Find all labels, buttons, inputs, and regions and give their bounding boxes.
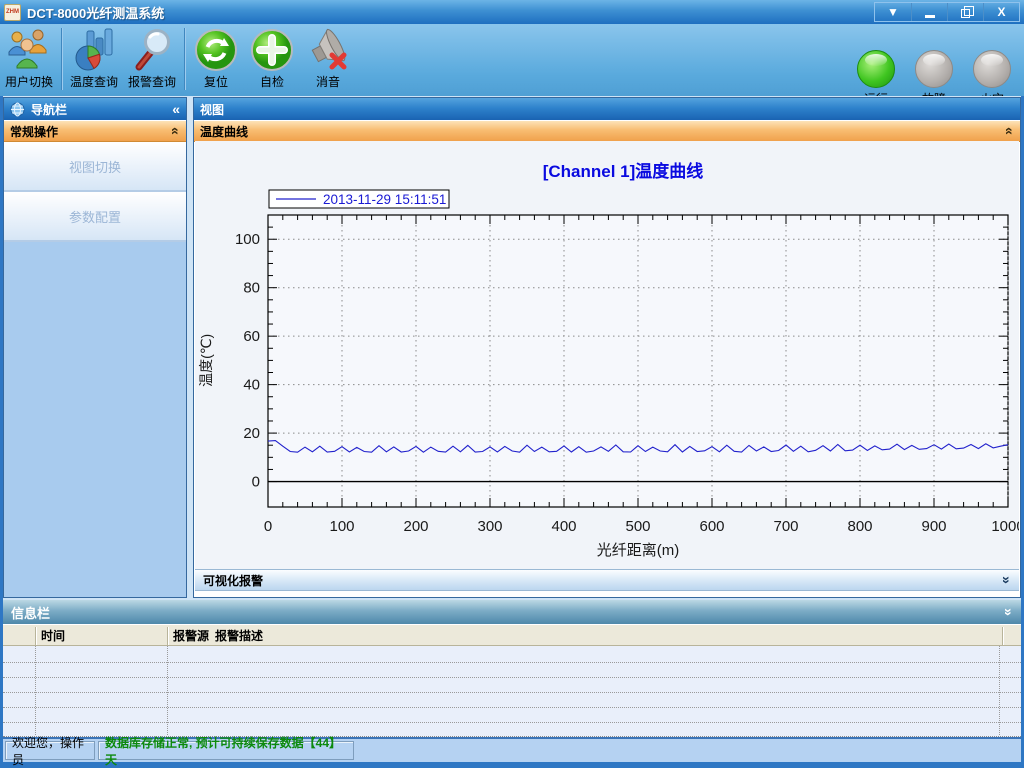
fault-lamp-icon	[915, 50, 953, 88]
column-header-time[interactable]: 时间	[41, 625, 65, 645]
user-switch-button[interactable]: 用户切换	[1, 26, 57, 92]
column-divider	[167, 627, 168, 645]
alarm-table-body	[3, 646, 1021, 737]
window-controls: ▼ X	[874, 2, 1020, 22]
menu-dropdown-button[interactable]: ▼	[875, 3, 911, 21]
info-bar-header: 信息栏 »	[3, 600, 1021, 624]
chart-region: 0 100 200 300 400 500 600 700 800 900 1000 0 20 40 60 8…	[195, 141, 1019, 569]
svg-text:20: 20	[243, 425, 260, 442]
svg-text:200: 200	[403, 518, 428, 535]
view-panel-title: 视图	[200, 101, 224, 118]
running-lamp-icon	[857, 50, 895, 88]
reset-button[interactable]: 复位	[189, 26, 243, 92]
svg-text:100: 100	[235, 231, 260, 248]
restore-icon	[961, 9, 970, 18]
toolbar-separator	[61, 28, 62, 90]
selfcheck-icon	[249, 28, 295, 72]
column-divider	[1002, 627, 1003, 645]
toolbar: 用户切换 温度查询 报警查询	[0, 24, 1024, 96]
welcome-status: 欢迎您，操作员	[5, 741, 95, 760]
visual-alarm-title: 可视化报警	[203, 572, 263, 589]
toolbar-separator	[184, 28, 185, 90]
section-collapse-icon[interactable]: «	[169, 127, 183, 135]
view-panel-header: 视图	[194, 98, 1020, 120]
mute-button[interactable]: 消音	[301, 26, 355, 92]
close-button[interactable]: X	[983, 3, 1019, 21]
database-status: 数据库存储正常, 预计可持续保存数据【44】天	[98, 741, 354, 760]
sidebar-title: 导航栏	[31, 101, 67, 118]
column-header-alarm-description[interactable]: 报警描述	[215, 625, 263, 645]
globe-icon	[10, 102, 25, 117]
fire-lamp-icon	[973, 50, 1011, 88]
section-title: 常规操作	[10, 123, 58, 140]
svg-text:0: 0	[252, 474, 260, 491]
toolbar-button-label: 温度查询	[70, 73, 118, 90]
sidebar-header: 导航栏 «	[4, 98, 186, 120]
column-divider	[35, 627, 36, 645]
visual-alarm-bar[interactable]: 可视化报警 »	[195, 569, 1019, 591]
table-row	[3, 693, 1021, 708]
self-check-button[interactable]: 自检	[245, 26, 299, 92]
svg-text:0: 0	[264, 518, 272, 535]
app-logo-icon: ZHM	[4, 4, 21, 21]
toolbar-button-label: 消音	[316, 73, 340, 90]
alarm-table-header: 时间 报警源 报警描述	[3, 624, 1021, 646]
window-title: DCT-8000光纤测温系统	[27, 3, 164, 22]
navigation-sidebar: 导航栏 « 常规操作 « 视图切换 参数配置	[3, 97, 187, 598]
alarm-expand-icon[interactable]: »	[1000, 576, 1014, 584]
svg-text:温度(℃): 温度(℃)	[198, 334, 214, 387]
sidebar-collapse-icon[interactable]: «	[172, 102, 180, 116]
temperature-curve-header[interactable]: 温度曲线 «	[194, 120, 1020, 142]
toolbar-button-label: 报警查询	[128, 73, 176, 90]
magnifier-icon	[129, 28, 175, 72]
svg-text:1000: 1000	[991, 518, 1019, 535]
users-icon	[6, 28, 52, 72]
svg-text:800: 800	[847, 518, 872, 535]
svg-text:60: 60	[243, 328, 260, 345]
svg-text:40: 40	[243, 377, 260, 394]
table-row	[3, 663, 1021, 678]
svg-text:300: 300	[477, 518, 502, 535]
sidebar-item-parameter-config[interactable]: 参数配置	[4, 192, 186, 242]
svg-text:900: 900	[921, 518, 946, 535]
mute-icon	[305, 28, 351, 72]
reset-icon	[193, 28, 239, 72]
column-header-alarm-source[interactable]: 报警源	[173, 625, 209, 645]
table-row	[3, 708, 1021, 723]
column-gridline	[167, 646, 168, 737]
sidebar-item-view-switch[interactable]: 视图切换	[4, 142, 186, 192]
toolbar-button-label: 复位	[204, 73, 228, 90]
alarm-query-button[interactable]: 报警查询	[124, 26, 180, 92]
svg-text:500: 500	[625, 518, 650, 535]
svg-text:光纤距离(m): 光纤距离(m)	[597, 542, 680, 559]
minimize-button[interactable]	[911, 3, 947, 21]
svg-text:2013-11-29 15:11:51: 2013-11-29 15:11:51	[323, 192, 446, 207]
svg-text:400: 400	[551, 518, 576, 535]
toolbar-button-label: 自检	[260, 73, 284, 90]
sidebar-section-header[interactable]: 常规操作 «	[4, 120, 186, 142]
title-bar: ZHM DCT-8000光纤测温系统 ▼ X	[0, 0, 1024, 24]
temperature-query-button[interactable]: 温度查询	[66, 26, 122, 92]
info-expand-icon[interactable]: »	[1002, 608, 1016, 616]
restore-button[interactable]	[947, 3, 983, 21]
svg-text:80: 80	[243, 280, 260, 297]
minimize-icon	[925, 15, 935, 18]
status-bar: 欢迎您，操作员 数据库存储正常, 预计可持续保存数据【44】天	[3, 739, 1021, 762]
chart-icon	[71, 28, 117, 72]
svg-text:[Channel 1]温度曲线: [Channel 1]温度曲线	[543, 161, 704, 181]
toolbar-button-label: 用户切换	[5, 73, 53, 90]
svg-text:100: 100	[329, 518, 354, 535]
table-row	[3, 678, 1021, 693]
temperature-chart: 0 100 200 300 400 500 600 700 800 900 1000 0 20 40 60 8…	[195, 141, 1019, 569]
info-bar-title: 信息栏	[11, 603, 50, 622]
svg-text:700: 700	[773, 518, 798, 535]
view-panel: 视图 温度曲线 « 010020030040050060070080090010…	[193, 97, 1021, 598]
temperature-curve-title: 温度曲线	[200, 123, 248, 140]
table-row	[3, 648, 1021, 663]
column-gridline	[35, 646, 36, 737]
column-gridline	[999, 646, 1000, 737]
svg-text:600: 600	[699, 518, 724, 535]
curve-collapse-icon[interactable]: «	[1003, 127, 1017, 135]
